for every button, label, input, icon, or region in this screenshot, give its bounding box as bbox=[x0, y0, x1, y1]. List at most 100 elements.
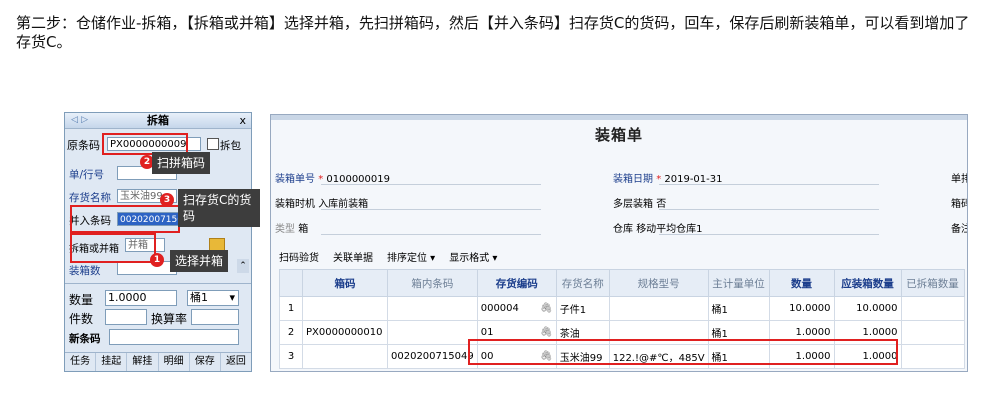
spec-cell[interactable] bbox=[608, 296, 709, 321]
dialog-title: 拆箱 bbox=[147, 114, 169, 127]
doc-date-field[interactable]: 装箱日期 * 2019-01-31 bbox=[613, 170, 723, 185]
doc-no-label: 装箱单号 bbox=[275, 174, 315, 185]
col-unpacked-qty[interactable]: 已拆箱数量 bbox=[900, 269, 965, 297]
multilayer-label: 多层装箱 bbox=[613, 199, 653, 210]
close-icon[interactable]: x bbox=[239, 113, 246, 128]
scan-check-button[interactable]: 扫码验货 bbox=[279, 249, 319, 267]
highlight-merge-code bbox=[70, 205, 180, 233]
box-count-label: 装箱数 bbox=[69, 265, 101, 277]
highlight-new-row bbox=[468, 339, 898, 365]
new-code-label: 新条码 bbox=[69, 333, 101, 345]
timing-field[interactable]: 装箱时机 入库前装箱 bbox=[275, 195, 368, 210]
unit-cell[interactable]: 桶1 bbox=[707, 296, 770, 321]
related-docs-button[interactable]: 关联单据 bbox=[333, 249, 373, 267]
box-code-cell[interactable]: PX0000000010 bbox=[302, 320, 388, 345]
packing-list-window: 装箱单 装箱单号 * 0100000019 装箱日期 * 2019-01-31 … bbox=[270, 114, 968, 372]
box-code-cell[interactable] bbox=[302, 344, 388, 369]
col-item-name[interactable]: 存货名称 bbox=[555, 269, 610, 297]
original-code-label: 原条码 bbox=[67, 139, 100, 152]
save-button[interactable]: 保存 bbox=[190, 353, 221, 371]
qty-label: 数量 bbox=[69, 293, 94, 307]
callout-badge-3: 3 bbox=[160, 193, 174, 207]
divider bbox=[65, 283, 251, 284]
row-num: 1 bbox=[279, 296, 303, 321]
col-box-code[interactable]: 箱码 bbox=[302, 269, 388, 297]
underline bbox=[659, 234, 879, 235]
item-code: 01 bbox=[480, 327, 494, 338]
col-rownum[interactable] bbox=[279, 269, 303, 297]
col-inner-code[interactable]: 箱内条码 bbox=[387, 269, 478, 297]
order-row-label: 单/行号 bbox=[69, 169, 105, 181]
unit-select[interactable]: 桶1 ▾ bbox=[187, 290, 239, 306]
unpacked-qty-cell[interactable] bbox=[900, 344, 965, 369]
pieces-label: 件数 bbox=[69, 312, 94, 326]
dialog-button-bar: 任务 挂起 解挂 明细 保存 返回 bbox=[65, 352, 251, 371]
underline bbox=[659, 184, 879, 185]
suspend-button[interactable]: 挂起 bbox=[96, 353, 128, 371]
multilayer-field[interactable]: 多层装箱 否 bbox=[613, 195, 666, 210]
col-qty[interactable]: 数量 bbox=[768, 269, 835, 297]
new-code-field[interactable] bbox=[109, 329, 239, 345]
nav-arrows[interactable]: ◁ ▷ bbox=[71, 113, 88, 128]
page-title: 装箱单 bbox=[594, 126, 643, 144]
dialog-titlebar: ◁ ▷ 拆箱 x bbox=[65, 113, 251, 129]
window-topbar bbox=[271, 115, 967, 120]
item-name-label: 存货名称 bbox=[69, 192, 111, 204]
item-code: 000004 bbox=[480, 303, 519, 314]
qty-cell[interactable]: 10.0000 bbox=[768, 296, 835, 321]
col-spec[interactable]: 规格型号 bbox=[608, 269, 709, 297]
display-format-button[interactable]: 显示格式 ▾ bbox=[449, 249, 497, 267]
back-button[interactable]: 返回 bbox=[221, 353, 251, 371]
split-pkg-checkbox[interactable] bbox=[207, 138, 219, 150]
inner-code-cell[interactable] bbox=[387, 320, 478, 345]
highlight-split-or-merge bbox=[70, 233, 156, 263]
pieces-field[interactable] bbox=[105, 309, 147, 325]
row-num: 2 bbox=[279, 320, 303, 345]
right-field-3: 备注 bbox=[951, 224, 967, 235]
warehouse-field[interactable]: 仓库 移动平均仓库1 bbox=[613, 220, 703, 235]
col-unit[interactable]: 主计量单位 bbox=[707, 269, 770, 297]
chevron-down-icon[interactable]: ▾ bbox=[229, 291, 235, 305]
unpacked-qty-cell[interactable] bbox=[900, 296, 965, 321]
box-count-field[interactable] bbox=[117, 261, 177, 275]
item-code-cell[interactable]: 000004 🖇 bbox=[476, 296, 557, 321]
doc-date-label: 装箱日期 bbox=[613, 174, 653, 185]
type-field[interactable]: 类型 箱 bbox=[275, 220, 308, 235]
task-button[interactable]: 任务 bbox=[65, 353, 97, 371]
warehouse-label: 仓库 bbox=[613, 224, 633, 235]
underline bbox=[321, 209, 541, 210]
inner-code-cell[interactable]: 0020200715049 bbox=[387, 344, 478, 369]
conversion-field[interactable] bbox=[191, 309, 239, 325]
paperclip-icon[interactable]: 🖇 bbox=[540, 303, 553, 314]
grid-toolbar: 扫码验货 关联单据 排序定位 ▾ 显示格式 ▾ bbox=[279, 249, 497, 267]
sort-locate-button[interactable]: 排序定位 ▾ bbox=[387, 249, 435, 267]
callout-select-merge: 选择并箱 bbox=[170, 250, 229, 272]
table-header: 箱码 箱内条码 存货编码 存货名称 规格型号 主计量单位 数量 应装箱数量 已拆… bbox=[279, 269, 965, 297]
split-pkg-label: 拆包 bbox=[220, 140, 241, 152]
callout-scan-box-code: 扫拼箱码 bbox=[152, 152, 211, 174]
col-should-qty[interactable]: 应装箱数量 bbox=[833, 269, 902, 297]
detail-button[interactable]: 明细 bbox=[159, 353, 190, 371]
underline bbox=[659, 209, 879, 210]
box-code-cell[interactable] bbox=[302, 296, 388, 321]
unpacked-qty-cell[interactable] bbox=[900, 320, 965, 345]
underline bbox=[321, 184, 541, 185]
item-name-cell[interactable]: 子件1 bbox=[555, 296, 610, 321]
qty-field[interactable]: 1.0000 bbox=[105, 290, 177, 306]
right-field-2: 箱码 bbox=[951, 199, 967, 210]
should-qty-cell[interactable]: 10.0000 bbox=[833, 296, 902, 321]
row-num: 3 bbox=[279, 344, 303, 369]
doc-no-field[interactable]: 装箱单号 * 0100000019 bbox=[275, 170, 390, 185]
inner-code-cell[interactable] bbox=[387, 296, 478, 321]
chevron-up-icon[interactable]: ⌃ bbox=[237, 259, 249, 273]
callout-badge-1: 1 bbox=[150, 253, 164, 267]
unit-value: 桶1 bbox=[190, 291, 208, 304]
next-icon[interactable]: ▷ bbox=[81, 115, 88, 125]
prev-icon[interactable]: ◁ bbox=[71, 115, 78, 125]
col-item-code[interactable]: 存货编码 bbox=[476, 269, 557, 297]
paperclip-icon[interactable]: 🖇 bbox=[540, 327, 553, 338]
table-row[interactable]: 1 000004 🖇 子件1 桶1 10.0000 10.0000 bbox=[279, 296, 965, 321]
underline bbox=[321, 234, 541, 235]
right-field-1: 单排 bbox=[951, 174, 967, 185]
resume-button[interactable]: 解挂 bbox=[127, 353, 159, 371]
